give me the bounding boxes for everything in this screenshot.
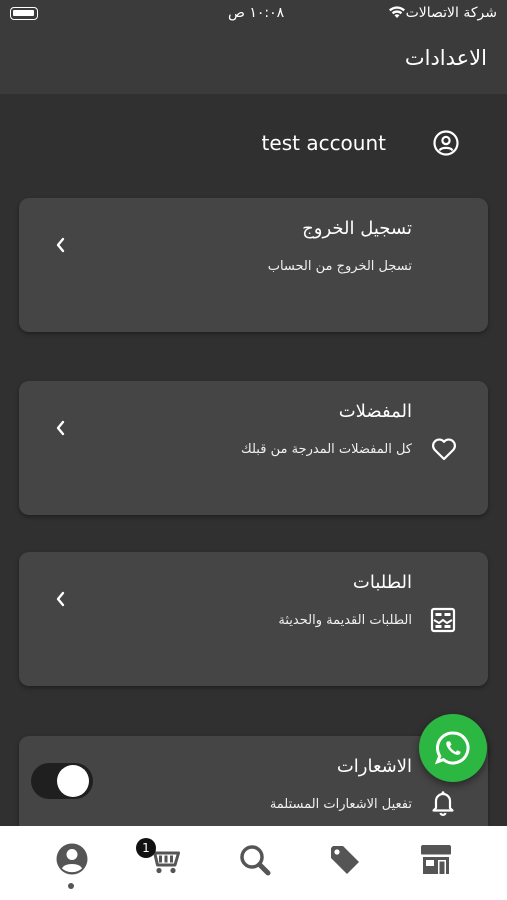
chevron-left-icon	[54, 419, 66, 441]
notifications-title: الاشعارات	[336, 756, 412, 777]
nav-offers[interactable]	[325, 840, 365, 880]
nav-store[interactable]	[416, 840, 456, 880]
toggle-knob	[57, 765, 89, 797]
account-name: test account	[261, 131, 386, 155]
heart-icon	[430, 436, 458, 466]
carrier-name: شركة الاتصالات	[405, 5, 497, 21]
chevron-left-icon	[54, 236, 66, 258]
whatsapp-button[interactable]	[419, 714, 487, 782]
nav-profile[interactable]	[52, 840, 92, 880]
bottom-nav: 1	[0, 826, 507, 900]
bell-icon	[430, 789, 456, 821]
tag-icon	[331, 846, 359, 874]
favorites-subtitle: كل المفضلات المدرجة من قبلك	[241, 442, 412, 457]
store-icon	[421, 845, 451, 874]
account-circle-icon	[432, 129, 460, 161]
notifications-toggle[interactable]	[31, 763, 93, 799]
search-icon	[240, 845, 271, 876]
active-indicator	[68, 883, 74, 889]
page-title: الاعدادات	[404, 46, 487, 70]
whatsapp-icon	[434, 731, 470, 765]
wifi-icon	[387, 4, 407, 24]
account-row: test account	[0, 124, 507, 164]
nav-search[interactable]	[235, 840, 275, 880]
orders-subtitle: الطلبات القديمة والحديثة	[278, 613, 412, 628]
notifications-subtitle: تفعيل الاشعارات المستلمة	[269, 797, 412, 812]
logout-card[interactable]: تسجيل الخروج تسجل الخروج من الحساب	[19, 198, 488, 332]
profile-icon	[56, 843, 88, 875]
app-bar: الاعدادات	[0, 28, 507, 94]
orders-title: الطلبات	[352, 572, 412, 593]
notifications-card: الاشعارات تفعيل الاشعارات المستلمة	[19, 736, 488, 826]
status-bar: شركة الاتصالات ١٠:٠٨ ص	[0, 0, 507, 28]
orders-card[interactable]: الطلبات الطلبات القديمة والحديثة	[19, 552, 488, 686]
logout-subtitle: تسجل الخروج من الحساب	[267, 259, 412, 274]
logout-title: تسجيل الخروج	[302, 218, 412, 239]
chevron-left-icon	[54, 590, 66, 612]
favorites-title: المفضلات	[338, 401, 412, 422]
battery-icon	[10, 7, 38, 20]
orders-icon	[430, 607, 456, 637]
settings-content[interactable]: test account تسجيل الخروج تسجل الخروج من…	[0, 94, 507, 826]
favorites-card[interactable]: المفضلات كل المفضلات المدرجة من قبلك	[19, 381, 488, 515]
clock: ١٠:٠٨ ص	[228, 5, 285, 21]
cart-badge: 1	[136, 838, 156, 858]
